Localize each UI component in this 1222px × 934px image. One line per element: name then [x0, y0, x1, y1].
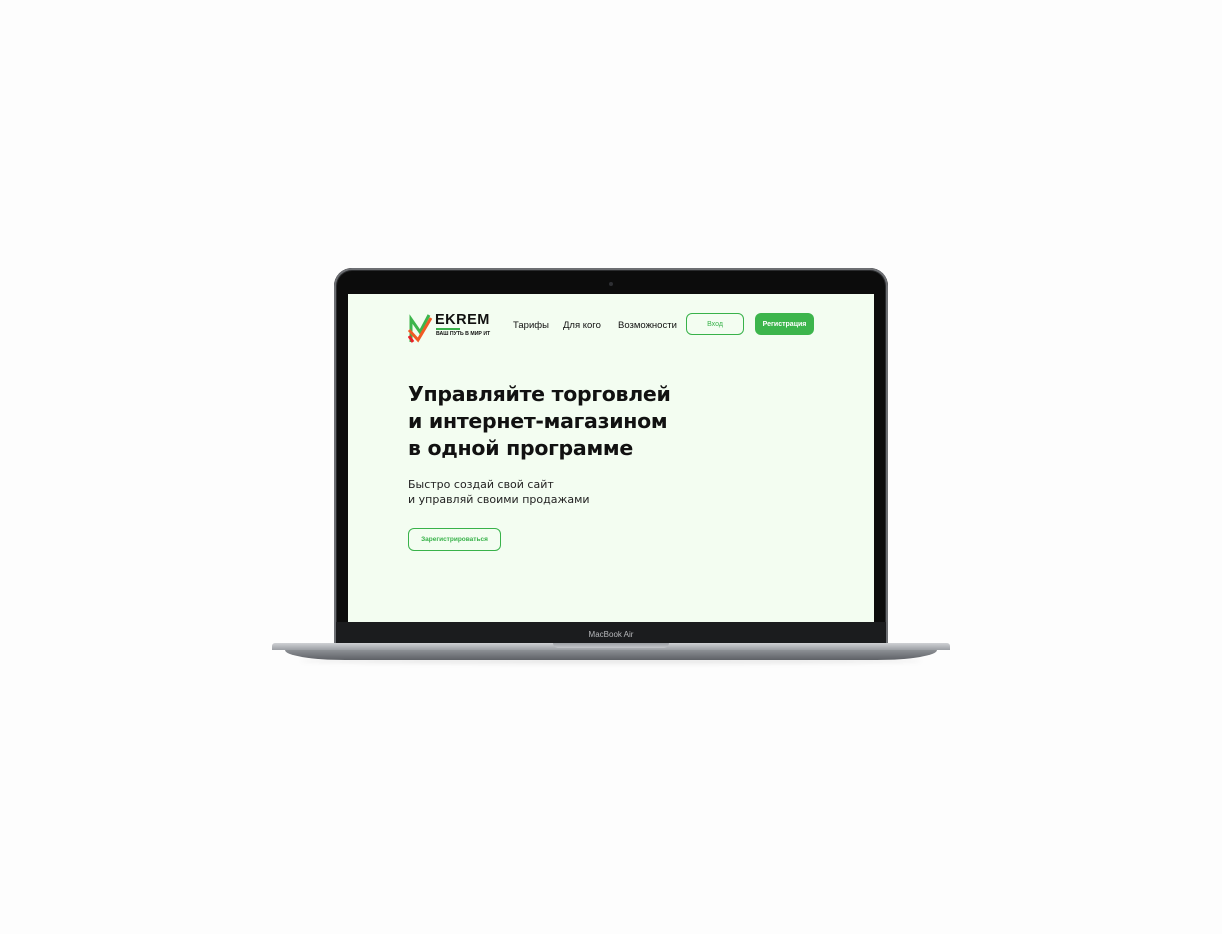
- signup-cta-button[interactable]: Зарегистрироваться: [408, 528, 501, 551]
- logo-name: EKREM: [435, 312, 490, 328]
- laptop-screen: EKREM ВАШ ПУТЬ В МИР ИТ Тарифы Для кого …: [348, 294, 874, 622]
- hero-subtitle-line: Быстро создай свой сайт: [408, 478, 554, 491]
- ekrem-logo-icon: [408, 314, 433, 343]
- login-button[interactable]: Вход: [686, 313, 744, 335]
- hero-title: Управляйте торговлей и интернет-магазино…: [408, 381, 738, 462]
- site-logo[interactable]: EKREM ВАШ ПУТЬ В МИР ИТ: [408, 312, 504, 343]
- laptop-base-bottom: [285, 650, 937, 660]
- laptop-hinge-notch: [553, 643, 669, 648]
- nav-link-audience[interactable]: Для кого: [563, 320, 601, 331]
- nav-link-pricing[interactable]: Тарифы: [513, 320, 549, 331]
- device-label: MacBook Air: [588, 630, 634, 639]
- hero-subtitle: Быстро создай свой сайт и управляй своим…: [408, 478, 590, 507]
- camera-icon: [609, 282, 613, 286]
- hero-title-line: и интернет-магазином: [408, 409, 668, 433]
- nav-link-features[interactable]: Возможности: [618, 320, 677, 331]
- hero-title-line: Управляйте торговлей: [408, 382, 671, 406]
- hero-subtitle-line: и управляй своими продажами: [408, 492, 590, 506]
- logo-tagline: ВАШ ПУТЬ В МИР ИТ: [436, 331, 491, 337]
- hero-title-line: в одной программе: [408, 436, 633, 460]
- register-button[interactable]: Регистрация: [755, 313, 814, 335]
- logo-underline: [436, 328, 460, 330]
